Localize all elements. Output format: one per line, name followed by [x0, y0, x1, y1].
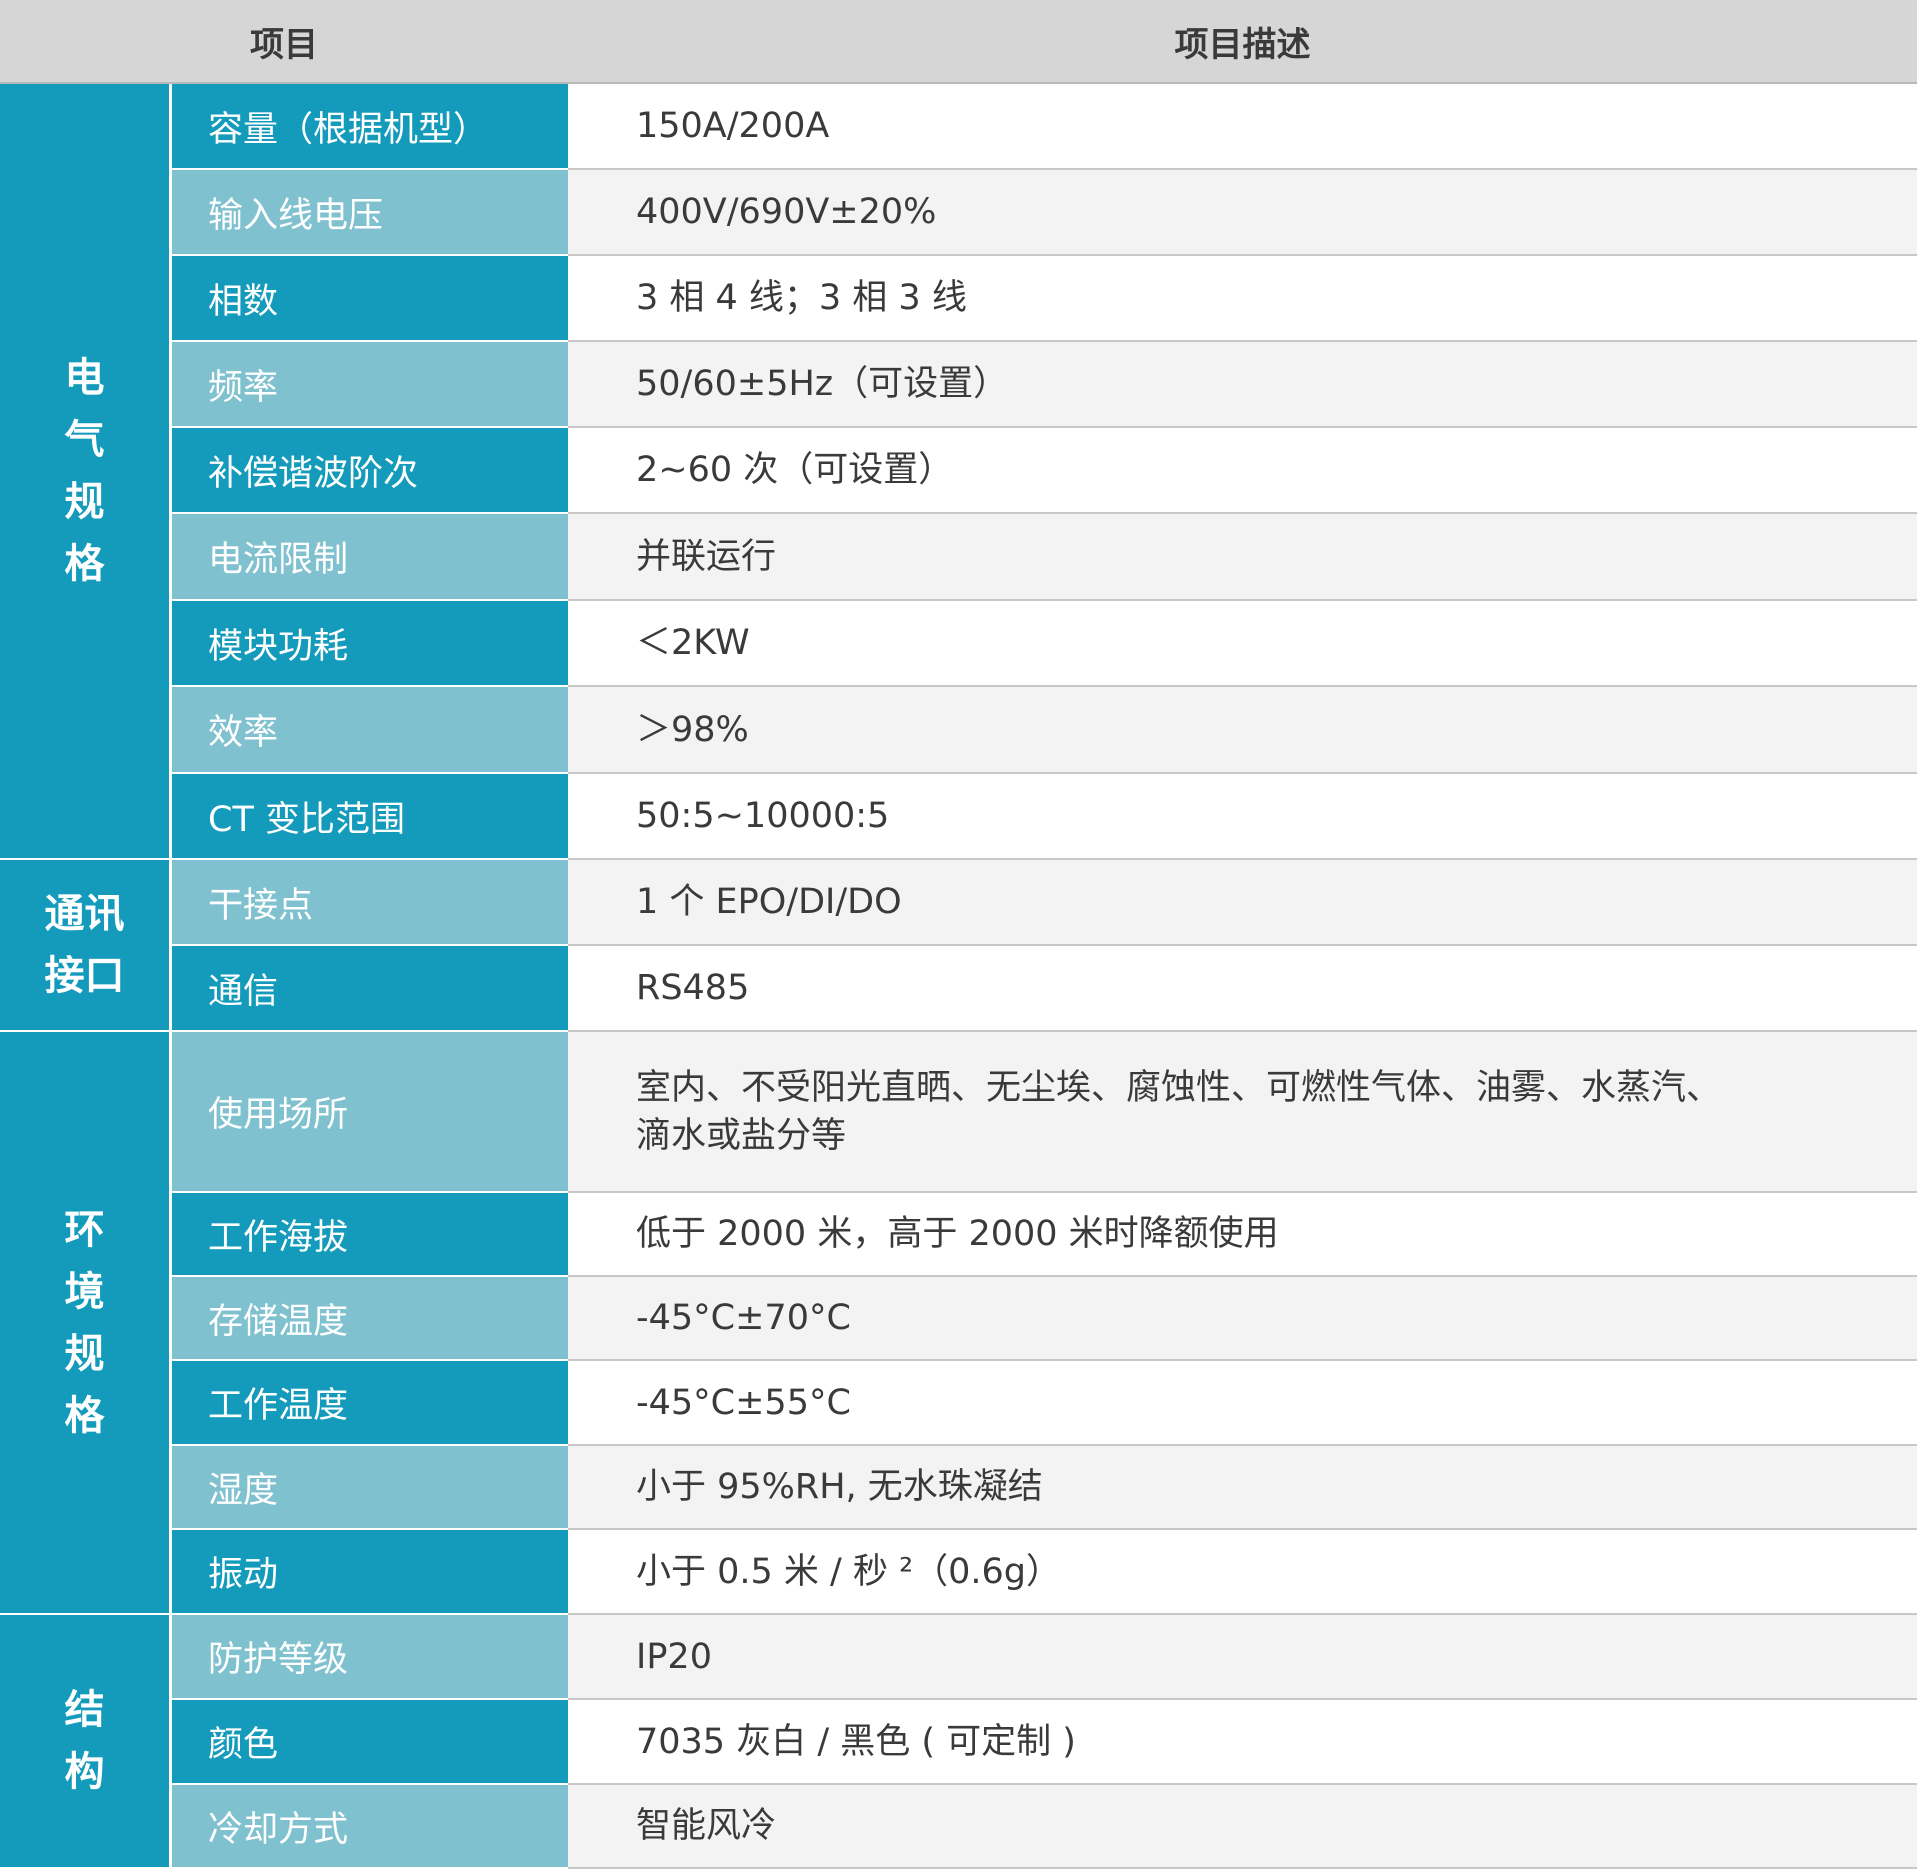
row-description: -45°C±70°C — [568, 1277, 1917, 1361]
category-label: 电气规格 — [64, 355, 105, 587]
category-label: 结构 — [64, 1687, 105, 1795]
row-item-label: 输入线电压 — [172, 170, 568, 256]
row-description: 小于 95%RH, 无水珠凝结 — [568, 1446, 1917, 1530]
row-item-label: 效率 — [172, 687, 568, 774]
category-label: 通讯接口 — [44, 891, 125, 999]
row-item-label: 使用场所 — [172, 1032, 568, 1193]
row-description: ＞98% — [568, 687, 1917, 774]
row-item-label: 冷却方式 — [172, 1785, 568, 1869]
category-cell: 通讯接口 — [0, 860, 172, 1032]
row-description: 1 个 EPO/DI/DO — [568, 860, 1917, 946]
row-item-label: 湿度 — [172, 1446, 568, 1530]
row-description: 50/60±5Hz（可设置） — [568, 342, 1917, 428]
row-description: 7035 灰白 / 黑色 ( 可定制 ) — [568, 1700, 1917, 1785]
row-description: 低于 2000 米，高于 2000 米时降额使用 — [568, 1193, 1917, 1277]
row-description: 2~60 次（可设置） — [568, 428, 1917, 514]
row-item-label: 工作海拔 — [172, 1193, 568, 1277]
category-cell: 结构 — [0, 1615, 172, 1869]
category-cell: 环境规格 — [0, 1032, 172, 1615]
row-item-label: 通信 — [172, 946, 568, 1032]
row-item-label: 存储温度 — [172, 1277, 568, 1361]
row-description: 室内、不受阳光直晒、无尘埃、腐蚀性、可燃性气体、油雾、水蒸汽、滴水或盐分等 — [568, 1032, 1917, 1193]
row-item-label: 补偿谐波阶次 — [172, 428, 568, 514]
row-item-label: 电流限制 — [172, 514, 568, 601]
row-item-label: 防护等级 — [172, 1615, 568, 1700]
row-item-label: 模块功耗 — [172, 601, 568, 687]
row-description: RS485 — [568, 946, 1917, 1032]
row-item-label: 振动 — [172, 1530, 568, 1615]
header-item: 项目 — [0, 0, 568, 84]
category-label: 环境规格 — [64, 1206, 105, 1439]
row-description: 50:5~10000:5 — [568, 774, 1917, 860]
row-description: ＜2KW — [568, 601, 1917, 687]
header-description: 项目描述 — [568, 0, 1917, 84]
row-description: 3 相 4 线；3 相 3 线 — [568, 256, 1917, 342]
row-description: 400V/690V±20% — [568, 170, 1917, 256]
row-item-label: 颜色 — [172, 1700, 568, 1785]
category-cell: 电气规格 — [0, 84, 172, 860]
row-item-label: 工作温度 — [172, 1361, 568, 1446]
row-description: IP20 — [568, 1615, 1917, 1700]
row-item-label: CT 变比范围 — [172, 774, 568, 860]
row-item-label: 干接点 — [172, 860, 568, 946]
row-item-label: 容量（根据机型） — [172, 84, 568, 170]
row-item-label: 频率 — [172, 342, 568, 428]
row-description: 并联运行 — [568, 514, 1917, 601]
row-description: -45°C±55°C — [568, 1361, 1917, 1446]
row-item-label: 相数 — [172, 256, 568, 342]
spec-table: 项目 项目描述 容量（根据机型） 150A/200A 输入线电压 400V/690V±… — [0, 0, 1917, 1873]
row-description: 小于 0.5 米 / 秒 ²（0.6g） — [568, 1530, 1917, 1615]
row-description: 智能风冷 — [568, 1785, 1917, 1869]
row-description: 150A/200A — [568, 84, 1917, 170]
